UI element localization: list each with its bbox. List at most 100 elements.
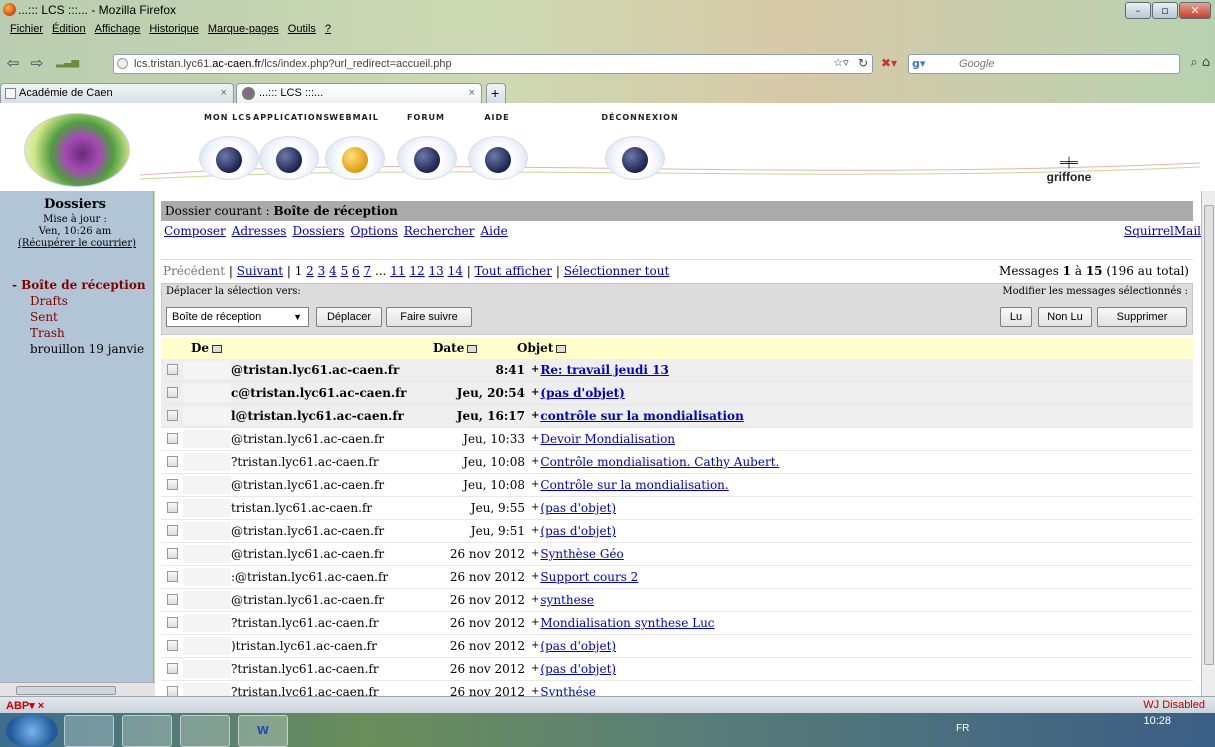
message-subject[interactable]: +synthese <box>531 589 594 611</box>
subject-link[interactable]: Synthèse Géo <box>540 547 623 561</box>
app-deconnexion[interactable] <box>605 136 665 180</box>
row-checkbox[interactable] <box>167 387 178 398</box>
table-row[interactable]: )tristan.lyc61.ac-caen.fr 26 nov 2012 +(pa… <box>161 635 1193 658</box>
tab-lcs[interactable]: ...::: LCS :::... × <box>236 83 482 103</box>
forward-button[interactable]: Faire suivre <box>386 307 472 327</box>
table-row[interactable]: tristan.lyc61.ac-caen.fr Jeu, 9:55 +(pas d… <box>161 497 1193 520</box>
subject-link[interactable]: (pas d'objet) <box>540 662 616 676</box>
row-checkbox[interactable] <box>167 663 178 674</box>
fetch-mail-link[interactable]: (Récupérer le courrier) <box>0 238 154 249</box>
pager-page[interactable]: 13 <box>428 264 443 278</box>
folder-drafts[interactable]: Drafts <box>30 294 68 308</box>
sort-icon[interactable] <box>212 344 223 353</box>
app-aide[interactable] <box>468 136 528 180</box>
message-subject[interactable]: +Contrôle mondialisation. Cathy Aubert. <box>531 451 779 473</box>
pager-page[interactable]: 7 <box>364 264 372 278</box>
header-date[interactable]: Date <box>433 338 478 359</box>
sort-icon[interactable] <box>467 344 478 353</box>
row-checkbox[interactable] <box>167 571 178 582</box>
close-tab-icon[interactable]: × <box>221 84 227 103</box>
row-checkbox[interactable] <box>167 594 178 605</box>
header-subject[interactable]: Objet <box>517 338 567 359</box>
pager-page[interactable]: 5 <box>341 264 349 278</box>
close-tab-icon[interactable]: × <box>469 84 475 103</box>
subject-link[interactable]: synthese <box>540 593 594 607</box>
row-checkbox[interactable] <box>167 502 178 513</box>
row-checkbox[interactable] <box>167 456 178 467</box>
message-subject[interactable]: +Support cours 2 <box>531 566 638 588</box>
subject-link[interactable]: (pas d'objet) <box>540 501 616 515</box>
table-row[interactable]: @tristan.lyc61.ac-caen.fr 8:41 +Re: travai… <box>161 359 1193 382</box>
tab-academie[interactable]: Académie de Caen × <box>0 83 234 103</box>
pager-next[interactable]: Suivant <box>237 264 283 278</box>
minimize-button[interactable]: – <box>1125 2 1151 19</box>
table-row[interactable]: ?tristan.lyc61.ac-caen.fr 26 nov 2012 +Mon… <box>161 612 1193 635</box>
subject-link[interactable]: Mondialisation synthese Luc <box>540 616 714 630</box>
folder-brouillon[interactable]: brouillon 19 janvie <box>30 342 144 356</box>
table-row[interactable]: @tristan.lyc61.ac-caen.fr Jeu, 9:51 +(pas … <box>161 520 1193 543</box>
menu-help[interactable]: ? <box>325 20 331 38</box>
pager-page[interactable]: 2 <box>306 264 314 278</box>
table-row[interactable]: @tristan.lyc61.ac-caen.fr 26 nov 2012 +syn… <box>161 589 1193 612</box>
maximize-button[interactable]: ▫ <box>1152 2 1178 19</box>
subject-link[interactable]: contrôle sur la mondialisation <box>540 409 743 423</box>
link-composer[interactable]: Composer <box>164 224 226 238</box>
app-mon-lcs[interactable] <box>199 136 259 180</box>
menu-edition[interactable]: Édition <box>52 20 86 38</box>
message-subject[interactable]: +(pas d'objet) <box>531 497 616 519</box>
addon-icon[interactable]: ✖▾ <box>880 54 898 72</box>
close-button[interactable]: ✕ <box>1179 2 1211 19</box>
message-subject[interactable]: +Mondialisation synthese Luc <box>531 612 715 634</box>
table-row[interactable]: l@tristan.lyc61.ac-caen.fr Jeu, 16:17 +con… <box>161 405 1193 428</box>
subject-link[interactable]: Devoir Mondialisation <box>540 432 675 446</box>
pager-page[interactable]: 3 <box>318 264 326 278</box>
delete-button[interactable]: Supprimer <box>1097 307 1187 327</box>
link-adresses[interactable]: Adresses <box>232 224 287 238</box>
table-row[interactable]: @tristan.lyc61.ac-caen.fr Jeu, 10:33 +Devo… <box>161 428 1193 451</box>
app-forum[interactable] <box>397 136 457 180</box>
subject-link[interactable]: Re: travail jeudi 13 <box>540 363 668 377</box>
table-row[interactable]: :@tristan.lyc61.ac-caen.fr 26 nov 2012 +Su… <box>161 566 1193 589</box>
row-checkbox[interactable] <box>167 364 178 375</box>
pager-page[interactable]: 11 <box>390 264 405 278</box>
row-checkbox[interactable] <box>167 525 178 536</box>
subject-link[interactable]: Contrôle sur la mondialisation. <box>540 478 728 492</box>
pager-page[interactable]: 4 <box>329 264 337 278</box>
move-target-select[interactable]: Boîte de réception ▼ <box>166 307 309 327</box>
app-applications[interactable] <box>259 136 319 180</box>
menu-fichier[interactable]: Fichier <box>10 20 43 38</box>
link-aide[interactable]: Aide <box>480 224 507 238</box>
row-checkbox[interactable] <box>167 479 178 490</box>
table-row[interactable]: @tristan.lyc61.ac-caen.fr Jeu, 10:08 +Cont… <box>161 474 1193 497</box>
mark-read-button[interactable]: Lu <box>1000 307 1032 327</box>
google-icon[interactable]: g▾ <box>912 57 926 71</box>
row-checkbox[interactable] <box>167 617 178 628</box>
home-icon[interactable]: ⌂ <box>1197 54 1215 72</box>
menu-historique[interactable]: Historique <box>149 20 199 38</box>
folder-inbox[interactable]: - Boîte de réception <box>12 278 146 292</box>
adblock-icon[interactable]: ABP▾ × <box>6 698 44 714</box>
folder-sent[interactable]: Sent <box>30 310 58 324</box>
taskbar-word-icon[interactable]: W <box>238 715 288 747</box>
subject-link[interactable]: Contrôle mondialisation. Cathy Aubert. <box>540 455 779 469</box>
reload-icon[interactable]: ↻ <box>854 54 872 72</box>
start-button[interactable] <box>6 714 58 747</box>
subject-link[interactable]: (pas d'objet) <box>540 639 616 653</box>
row-checkbox[interactable] <box>167 433 178 444</box>
table-row[interactable]: @tristan.lyc61.ac-caen.fr 26 nov 2012 +Syn… <box>161 543 1193 566</box>
taskbar-firefox-icon[interactable] <box>180 715 230 747</box>
message-subject[interactable]: +(pas d'objet) <box>531 382 625 404</box>
mark-unread-button[interactable]: Non Lu <box>1038 307 1092 327</box>
menu-affichage[interactable]: Affichage <box>95 20 141 38</box>
message-subject[interactable]: +Devoir Mondialisation <box>531 428 675 450</box>
menu-marque-pages[interactable]: Marque-pages <box>208 20 279 38</box>
url-bar[interactable]: lcs.tristan.lyc61.ac-caen.fr/lcs/index.p… <box>113 54 873 74</box>
row-checkbox[interactable] <box>167 640 178 651</box>
app-webmail[interactable] <box>325 136 385 180</box>
folder-trash[interactable]: Trash <box>30 326 65 340</box>
forward-arrow-icon[interactable]: ⇨ <box>28 54 46 72</box>
pager-page[interactable]: 14 <box>448 264 463 278</box>
row-checkbox[interactable] <box>167 410 178 421</box>
pager-page[interactable]: 12 <box>409 264 424 278</box>
message-subject[interactable]: +contrôle sur la mondialisation <box>531 405 744 427</box>
